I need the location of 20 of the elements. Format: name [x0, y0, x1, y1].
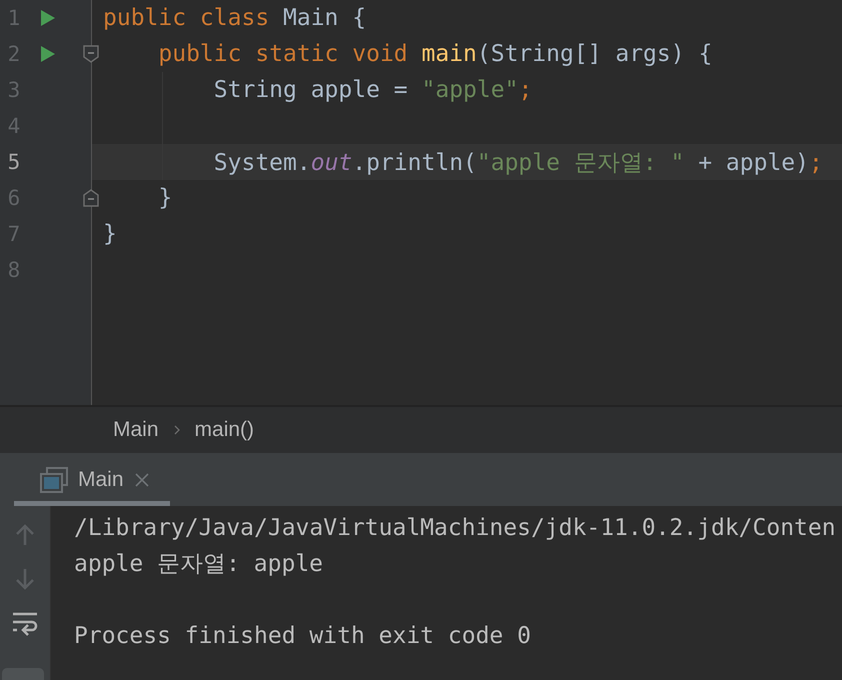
code-line: public class Main { [103, 5, 366, 31]
code-line: System.out.println("apple 문자열: " + apple); [212, 148, 823, 178]
breadcrumb[interactable]: main() [194, 418, 254, 442]
code-line: } [103, 221, 117, 247]
code-line: String apple = "apple"; [212, 77, 532, 103]
console-icon [40, 466, 68, 492]
fold-icon[interactable] [83, 45, 99, 63]
code-line: public static void main(String[] args) { [157, 41, 712, 67]
exit-message: Process finished with exit code 0 [74, 622, 532, 651]
console-line: apple 문자열: apple [74, 550, 324, 579]
chevron-icon [172, 424, 181, 436]
line-number: 5 [6, 150, 22, 174]
fold-icon[interactable] [83, 189, 99, 207]
breadcrumb[interactable]: Main [113, 418, 159, 442]
console-line: /Library/Java/JavaVirtualMachines/jdk-11.0.2.jdk/Conten [74, 514, 836, 543]
close-icon[interactable] [134, 472, 150, 488]
code-line: } [157, 185, 172, 211]
soft-wrap-icon[interactable] [12, 612, 38, 636]
run-icon[interactable] [41, 46, 55, 62]
run-icon[interactable] [41, 10, 55, 26]
